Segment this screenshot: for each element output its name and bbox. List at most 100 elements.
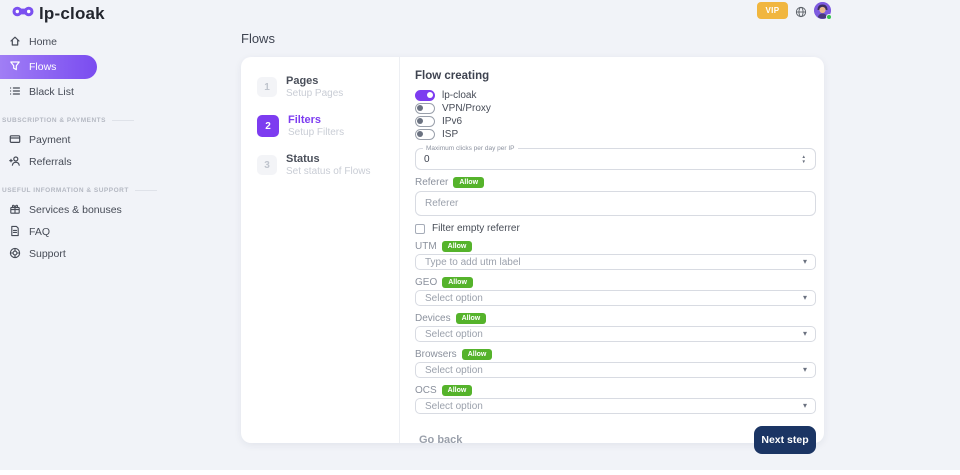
ocs-select[interactable]: Select option ▾ xyxy=(415,398,816,414)
app-background: lp-cloak VIP xyxy=(0,0,960,470)
card-divider xyxy=(399,57,400,443)
gift-icon xyxy=(9,203,21,218)
sidebar-item-label: Support xyxy=(29,248,66,260)
step-title: Status xyxy=(286,153,370,166)
chevron-down-icon: ▾ xyxy=(803,257,807,266)
max-clicks-input[interactable] xyxy=(424,149,794,169)
step-subtitle: Set status of Flows xyxy=(286,166,370,178)
toggle-label: lp-cloak xyxy=(442,90,476,101)
sidebar-item-payment[interactable]: Payment xyxy=(0,130,235,150)
ocs-label-row: OCS Allow xyxy=(415,384,816,396)
step-filters-active[interactable]: 2 Filters Setup Filters xyxy=(257,114,397,139)
chevron-down-icon: ▾ xyxy=(803,401,807,410)
toggle-label: ISP xyxy=(442,129,458,140)
sidebar-item-referrals[interactable]: Referrals xyxy=(0,152,235,172)
stepper: 1 Pages Setup Pages 2 Filters Setup Filt… xyxy=(257,75,397,192)
step-title: Filters xyxy=(288,114,344,127)
flow-card: 1 Pages Setup Pages 2 Filters Setup Filt… xyxy=(241,57,824,443)
toggle-row-isp: ISP xyxy=(415,128,816,140)
sidebar-item-services[interactable]: Services & bonuses xyxy=(0,200,235,220)
document-icon xyxy=(9,225,21,240)
lifebuoy-icon xyxy=(9,247,21,262)
devices-allow-badge[interactable]: Allow xyxy=(456,313,487,324)
form-title: Flow creating xyxy=(415,70,816,82)
brand-logo[interactable]: lp-cloak xyxy=(12,4,105,24)
credit-card-icon xyxy=(9,133,21,148)
utm-select[interactable]: Type to add utm label ▾ xyxy=(415,254,816,270)
online-status-dot xyxy=(826,14,832,20)
ipv6-toggle[interactable] xyxy=(415,116,435,127)
toggle-label: VPN/Proxy xyxy=(442,103,491,114)
go-back-button[interactable]: Go back xyxy=(415,434,462,446)
form-footer: Go back Next step xyxy=(415,426,816,454)
step-number: 3 xyxy=(257,155,277,175)
ocs-allow-badge[interactable]: Allow xyxy=(442,385,473,396)
sidebar: Home Flows Black List SUBSCRIPTION & PAY… xyxy=(0,32,235,264)
utm-label-row: UTM Allow xyxy=(415,240,816,252)
vip-button[interactable]: VIP xyxy=(757,2,788,19)
number-stepper-icon[interactable]: ▲▼ xyxy=(802,154,806,164)
step-status[interactable]: 3 Status Set status of Flows xyxy=(257,153,397,178)
sidebar-item-label: Flows xyxy=(29,61,56,73)
brand-name: lp-cloak xyxy=(39,4,105,24)
ocs-label: OCS xyxy=(415,385,437,396)
sidebar-item-label: Payment xyxy=(29,134,70,146)
geo-allow-badge[interactable]: Allow xyxy=(442,277,473,288)
sidebar-item-flows-active[interactable]: Flows xyxy=(0,55,97,79)
filter-empty-label: Filter empty referrer xyxy=(432,223,520,234)
toggle-row-lp-cloak: lp-cloak xyxy=(415,89,816,101)
referrer-label-row: Referer Allow xyxy=(415,176,816,188)
sidebar-item-support[interactable]: Support xyxy=(0,244,235,264)
sidebar-item-black-list[interactable]: Black List xyxy=(0,82,235,102)
utm-allow-badge[interactable]: Allow xyxy=(442,241,473,252)
chevron-down-icon: ▾ xyxy=(803,293,807,302)
browsers-label-row: Browsers Allow xyxy=(415,348,816,360)
max-clicks-field: Maximum clicks per day per IP ▲▼ xyxy=(415,148,816,170)
filter-empty-checkbox[interactable] xyxy=(415,224,425,234)
page-title: Flows xyxy=(241,31,275,46)
toggle-row-ipv6: IPv6 xyxy=(415,115,816,127)
sidebar-item-label: FAQ xyxy=(29,226,50,238)
referrer-allow-badge[interactable]: Allow xyxy=(453,177,484,188)
devices-select[interactable]: Select option ▾ xyxy=(415,326,816,342)
toggle-row-vpn-proxy: VPN/Proxy xyxy=(415,102,816,114)
next-step-button[interactable]: Next step xyxy=(754,426,816,454)
devices-label: Devices xyxy=(415,313,451,324)
step-number: 2 xyxy=(257,115,279,137)
browsers-select[interactable]: Select option ▾ xyxy=(415,362,816,378)
devices-label-row: Devices Allow xyxy=(415,312,816,324)
geo-label-row: GEO Allow xyxy=(415,276,816,288)
step-pages[interactable]: 1 Pages Setup Pages xyxy=(257,75,397,100)
sidebar-item-label: Home xyxy=(29,36,57,48)
user-avatar[interactable] xyxy=(814,2,831,19)
top-header: lp-cloak VIP xyxy=(0,0,960,26)
sidebar-item-faq[interactable]: FAQ xyxy=(0,222,235,242)
toggle-label: IPv6 xyxy=(442,116,462,127)
mask-logo-icon xyxy=(12,5,34,23)
isp-toggle[interactable] xyxy=(415,129,435,140)
sidebar-item-label: Services & bonuses xyxy=(29,204,122,216)
step-subtitle: Setup Pages xyxy=(286,88,343,100)
browsers-label: Browsers xyxy=(415,349,457,360)
step-number: 1 xyxy=(257,77,277,97)
list-icon xyxy=(9,85,21,100)
flow-form: Flow creating lp-cloak VPN/Proxy IPv6 IS… xyxy=(415,57,816,454)
sidebar-section-label: USEFUL INFORMATION & SUPPORT xyxy=(0,187,235,194)
sidebar-section-label: SUBSCRIPTION & PAYMENTS xyxy=(0,117,235,124)
geo-label: GEO xyxy=(415,277,437,288)
chevron-down-icon: ▾ xyxy=(803,365,807,374)
browsers-allow-badge[interactable]: Allow xyxy=(462,349,493,360)
sidebar-item-home[interactable]: Home xyxy=(0,32,235,52)
geo-select[interactable]: Select option ▾ xyxy=(415,290,816,306)
person-add-icon xyxy=(9,155,21,170)
referrer-input[interactable] xyxy=(415,191,816,216)
step-title: Pages xyxy=(286,75,343,88)
lp-cloak-toggle[interactable] xyxy=(415,90,435,101)
filter-empty-row: Filter empty referrer xyxy=(415,223,816,234)
home-icon xyxy=(9,35,21,50)
globe-icon[interactable] xyxy=(795,5,807,17)
utm-label: UTM xyxy=(415,241,437,252)
flows-icon xyxy=(9,60,21,75)
chevron-down-icon: ▾ xyxy=(803,329,807,338)
vpn-proxy-toggle[interactable] xyxy=(415,103,435,114)
